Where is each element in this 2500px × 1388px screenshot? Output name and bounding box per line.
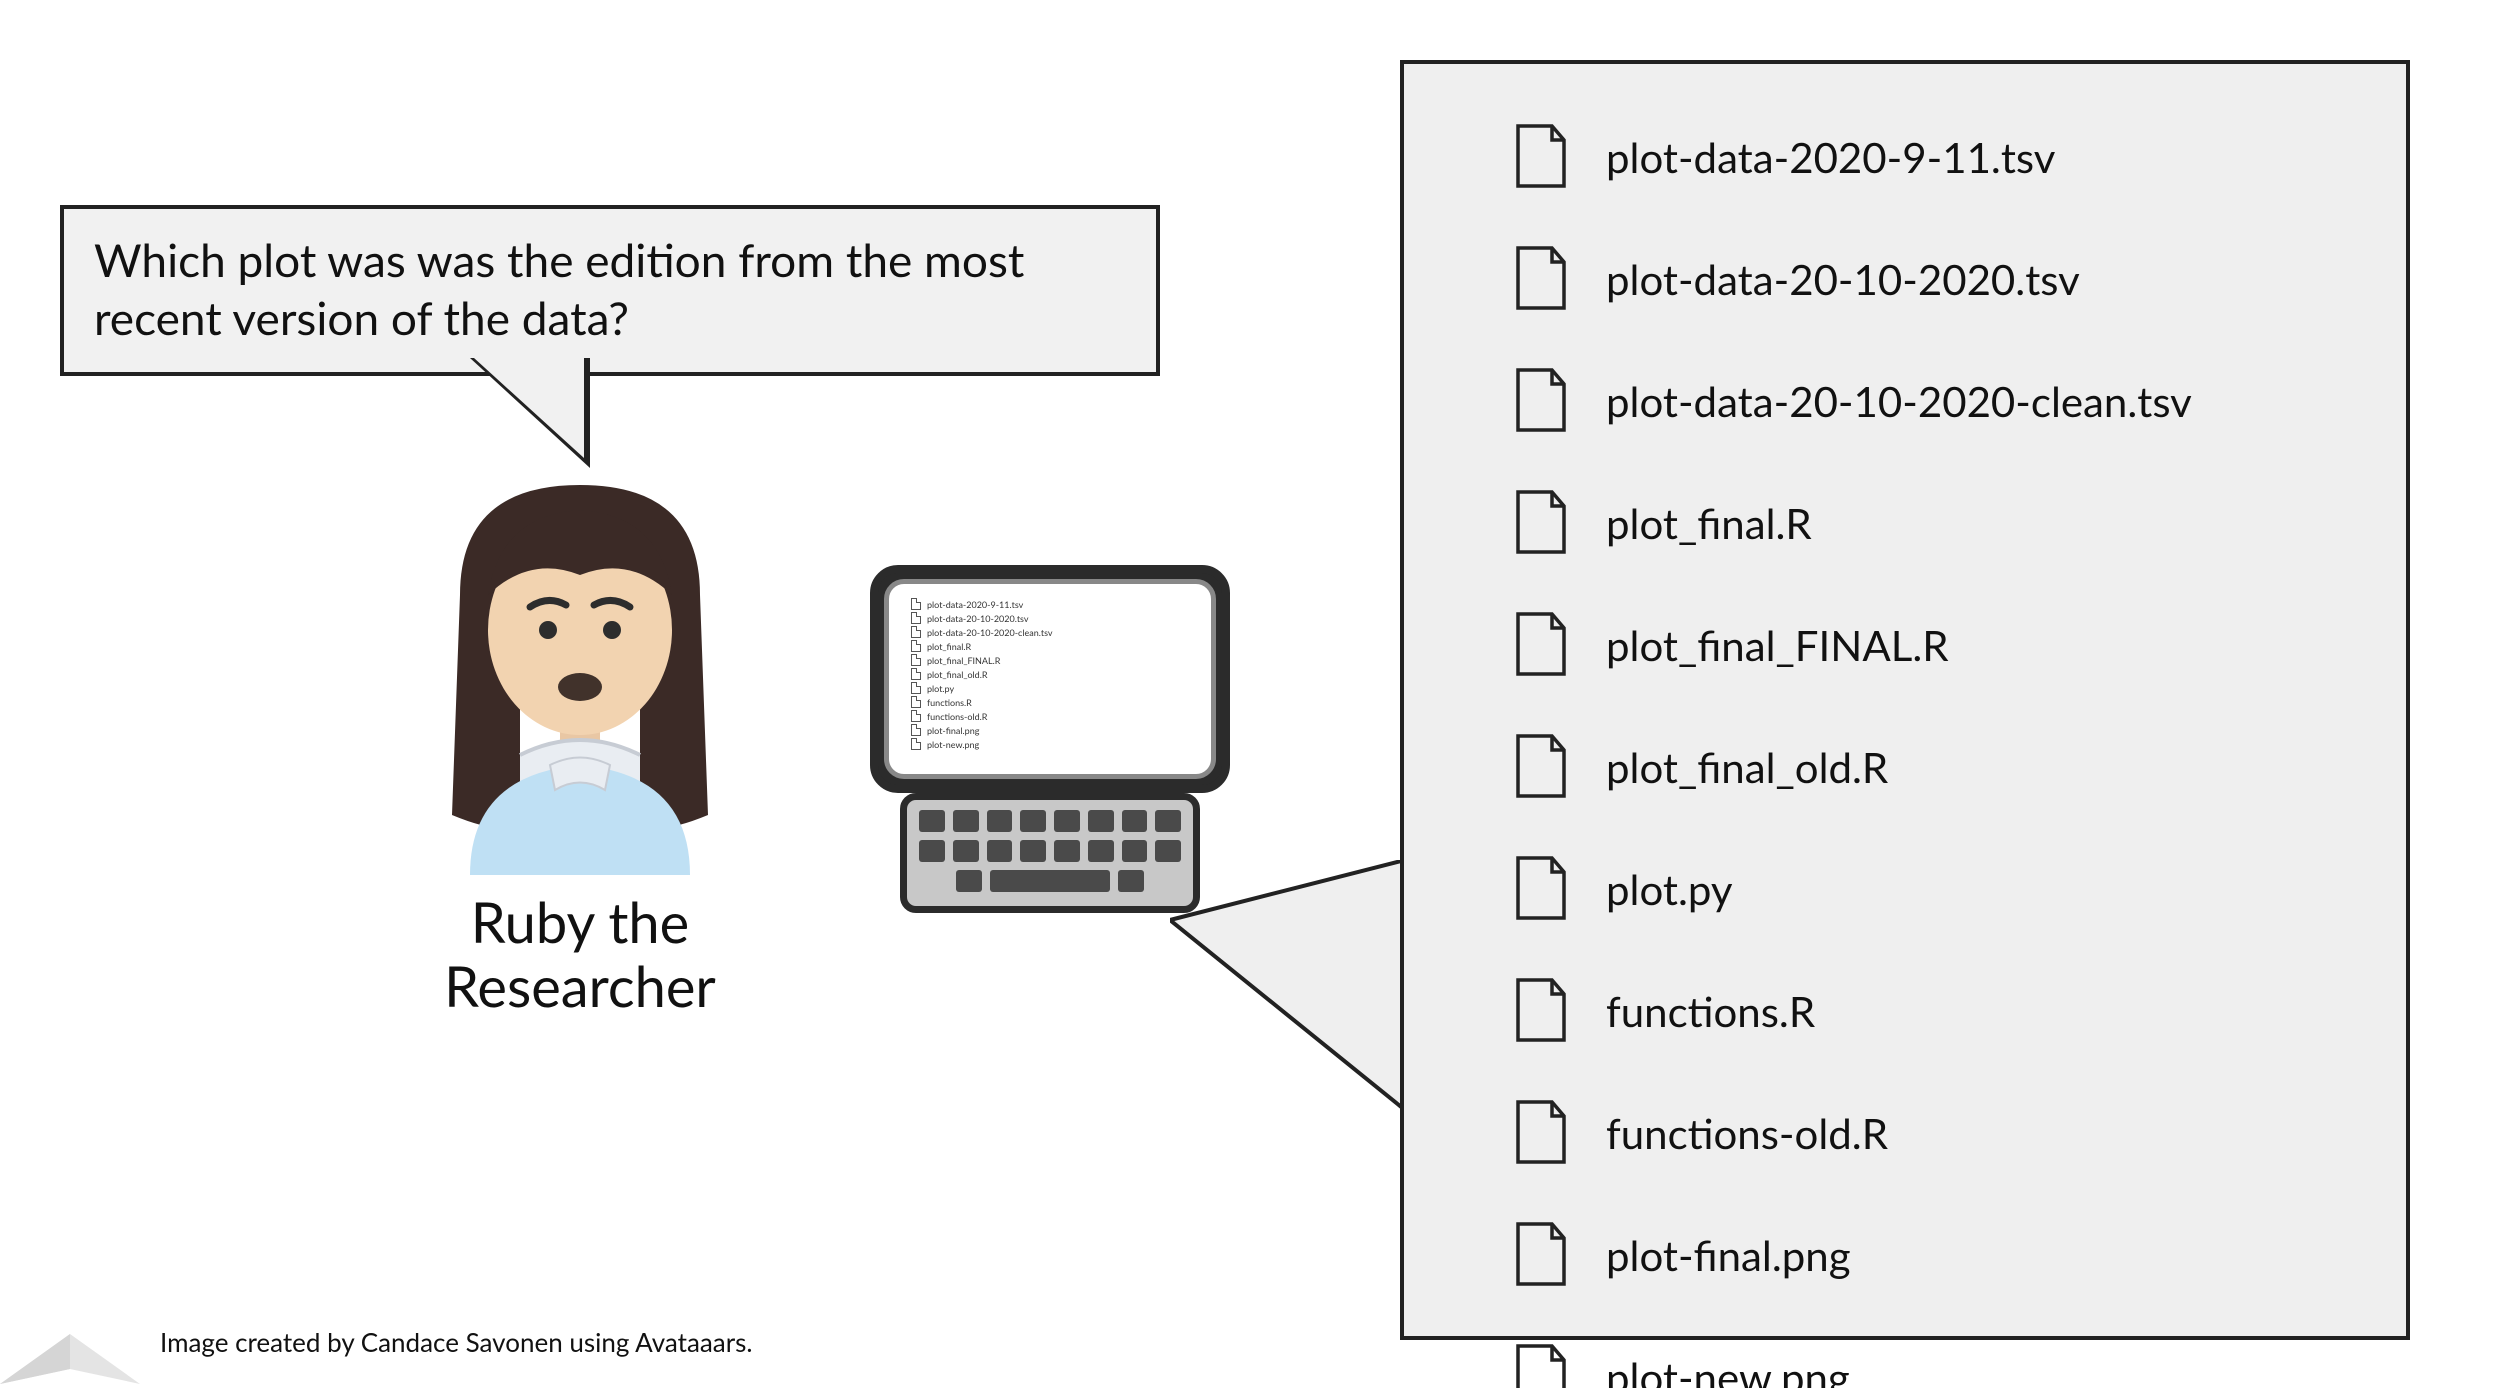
file-icon bbox=[1514, 1344, 1568, 1388]
file-icon bbox=[911, 724, 921, 736]
file-icon bbox=[1514, 490, 1568, 556]
avatar bbox=[400, 455, 760, 875]
file-icon bbox=[911, 612, 921, 624]
file-row: plot-new.png bbox=[1514, 1344, 2356, 1388]
avatar-caption: Ruby the Researcher bbox=[350, 890, 810, 1019]
speech-text: Which plot was was the edition from the … bbox=[94, 232, 1024, 345]
file-row: plot-data-20-10-2020.tsv bbox=[1514, 246, 2356, 312]
file-panel: plot-data-2020-9-11.tsv plot-data-20-10-… bbox=[1400, 60, 2410, 1340]
file-row: plot-final.png bbox=[1514, 1222, 2356, 1288]
file-icon bbox=[1514, 246, 1568, 312]
mini-file-row: plot_final_FINAL.R bbox=[911, 654, 1189, 666]
file-label: plot_final_FINAL.R bbox=[1606, 620, 1949, 670]
laptop-keyboard bbox=[900, 793, 1200, 913]
file-icon bbox=[1514, 612, 1568, 678]
mini-file-label: plot.py bbox=[927, 683, 954, 694]
file-label: plot_final.R bbox=[1606, 498, 1812, 548]
file-icon bbox=[1514, 1222, 1568, 1288]
file-label: functions-old.R bbox=[1606, 1108, 1888, 1158]
mini-file-label: plot_final_old.R bbox=[927, 669, 987, 680]
mini-file-row: plot-data-2020-9-11.tsv bbox=[911, 598, 1189, 610]
laptop-screen-filelist: plot-data-2020-9-11.tsv plot-data-20-10-2… bbox=[884, 579, 1216, 779]
file-row: plot_final_FINAL.R bbox=[1514, 612, 2356, 678]
mini-file-label: plot-data-2020-9-11.tsv bbox=[927, 599, 1023, 610]
mini-file-label: functions.R bbox=[927, 697, 972, 708]
file-label: plot_final_old.R bbox=[1606, 742, 1888, 792]
file-row: plot-data-20-10-2020-clean.tsv bbox=[1514, 368, 2356, 434]
mini-file-label: plot-data-20-10-2020-clean.tsv bbox=[927, 627, 1053, 638]
mini-file-label: plot_final.R bbox=[927, 641, 971, 652]
file-label: plot-data-20-10-2020.tsv bbox=[1606, 254, 2080, 304]
file-row: plot_final_old.R bbox=[1514, 734, 2356, 800]
speech-bubble: Which plot was was the edition from the … bbox=[60, 205, 1160, 376]
file-icon bbox=[911, 668, 921, 680]
file-icon bbox=[1514, 734, 1568, 800]
file-row: plot-data-2020-9-11.tsv bbox=[1514, 124, 2356, 190]
file-icon bbox=[1514, 1100, 1568, 1166]
file-label: plot.py bbox=[1606, 864, 1733, 914]
file-icon bbox=[911, 640, 921, 652]
file-icon bbox=[911, 682, 921, 694]
file-icon bbox=[1514, 978, 1568, 1044]
file-icon bbox=[911, 738, 921, 750]
file-icon bbox=[1514, 124, 1568, 190]
file-row: functions.R bbox=[1514, 978, 2356, 1044]
file-icon bbox=[911, 626, 921, 638]
file-icon bbox=[1514, 368, 1568, 434]
file-panel-tail bbox=[1170, 860, 1410, 1120]
file-icon bbox=[911, 598, 921, 610]
laptop-screen: plot-data-2020-9-11.tsv plot-data-20-10-2… bbox=[870, 565, 1230, 793]
file-label: plot-data-20-10-2020-clean.tsv bbox=[1606, 376, 2192, 426]
file-label: plot-new.png bbox=[1606, 1352, 1850, 1388]
mini-file-row: plot-new.png bbox=[911, 738, 1189, 750]
file-label: functions.R bbox=[1606, 986, 1815, 1036]
mini-file-row: plot-data-20-10-2020-clean.tsv bbox=[911, 626, 1189, 638]
file-label: plot-final.png bbox=[1606, 1230, 1851, 1280]
watermark-leaf-icon bbox=[0, 1274, 140, 1388]
mini-file-label: plot-new.png bbox=[927, 739, 979, 750]
mini-file-row: plot_final.R bbox=[911, 640, 1189, 652]
file-row: plot.py bbox=[1514, 856, 2356, 922]
mini-file-row: plot-final.png bbox=[911, 724, 1189, 736]
file-icon bbox=[911, 696, 921, 708]
file-icon bbox=[911, 654, 921, 666]
file-row: plot_final.R bbox=[1514, 490, 2356, 556]
mini-file-row: plot_final_old.R bbox=[911, 668, 1189, 680]
image-credit: Image created by Candace Savonen using A… bbox=[160, 1326, 753, 1358]
file-label: plot-data-2020-9-11.tsv bbox=[1606, 132, 2055, 182]
mini-file-row: functions.R bbox=[911, 696, 1189, 708]
mini-file-label: plot-final.png bbox=[927, 725, 979, 736]
file-icon bbox=[911, 710, 921, 722]
file-row: functions-old.R bbox=[1514, 1100, 2356, 1166]
mini-file-row: plot.py bbox=[911, 682, 1189, 694]
mini-file-row: functions-old.R bbox=[911, 710, 1189, 722]
mini-file-label: plot_final_FINAL.R bbox=[927, 655, 1000, 666]
mini-file-row: plot-data-20-10-2020.tsv bbox=[911, 612, 1189, 624]
mini-file-label: plot-data-20-10-2020.tsv bbox=[927, 613, 1029, 624]
mini-file-label: functions-old.R bbox=[927, 711, 987, 722]
file-icon bbox=[1514, 856, 1568, 922]
